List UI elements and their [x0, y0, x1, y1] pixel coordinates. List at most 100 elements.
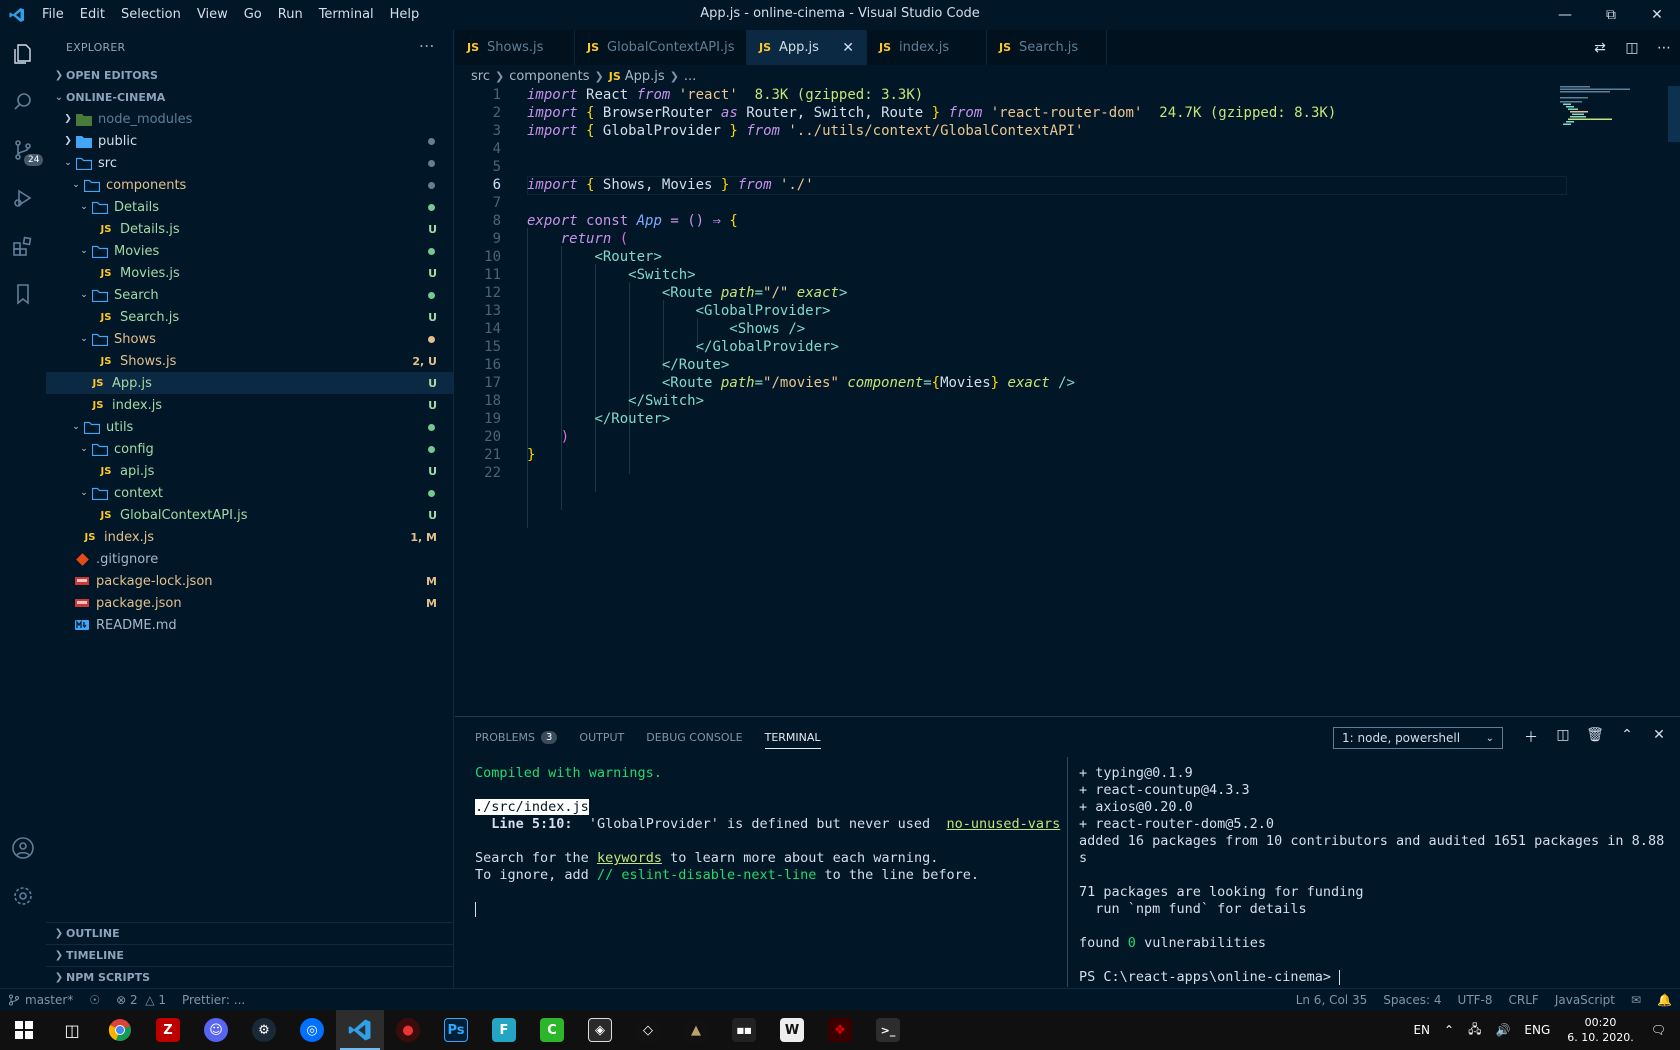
tab-debug-console[interactable]: DEBUG CONSOLE	[646, 717, 742, 757]
figma-like-icon[interactable]: F	[480, 1010, 528, 1050]
open-changes-icon[interactable]: ⇄	[1584, 40, 1616, 56]
split-editor-icon[interactable]: ◫	[1616, 40, 1648, 56]
menu-edit[interactable]: Edit	[72, 0, 113, 30]
start-button[interactable]	[0, 1010, 48, 1050]
close-tab-icon[interactable]: ✕	[842, 40, 854, 56]
vscode-taskbar-icon[interactable]	[336, 1010, 384, 1050]
search-icon[interactable]	[0, 78, 46, 126]
terminal-select[interactable]: 1: node, powershell ⌄	[1333, 727, 1503, 749]
split-terminal-icon[interactable]: ◫	[1547, 727, 1579, 747]
tab-shows-js[interactable]: JS Shows.js	[455, 30, 575, 65]
tree-item-details[interactable]: ⌄ Details	[46, 196, 453, 218]
explorer-icon[interactable]	[0, 30, 46, 78]
chrome-icon[interactable]	[96, 1010, 144, 1050]
volume-icon[interactable]: 🔊	[1488, 1023, 1517, 1037]
feedback-icon[interactable]: ✉	[1623, 993, 1649, 1007]
prettier-status[interactable]: Prettier: ...	[174, 993, 253, 1007]
tree-item-shows-js[interactable]: JS Shows.js 2, U	[46, 350, 453, 372]
tree-item-app-js[interactable]: JS App.js U	[46, 372, 453, 394]
tab-app-js[interactable]: JS App.js ✕	[747, 30, 867, 65]
terminal-right[interactable]: + typing@0.1.9 + react-countup@4.3.3 + a…	[1079, 765, 1679, 985]
steam-icon[interactable]: ⚙	[240, 1010, 288, 1050]
photoshop-icon[interactable]: Ps	[432, 1010, 480, 1050]
language-mode[interactable]: JavaScript	[1547, 993, 1623, 1007]
run-debug-icon[interactable]	[0, 174, 46, 222]
outline-section[interactable]: ❯ OUTLINE	[46, 922, 454, 944]
terminal-split-divider[interactable]	[1067, 757, 1068, 987]
source-control-icon[interactable]: 24	[0, 126, 46, 174]
breadcrumb-item[interactable]: src	[471, 69, 490, 84]
tab-search-js[interactable]: JS Search.js	[987, 30, 1107, 65]
breadcrumb-item[interactable]: components	[509, 69, 589, 84]
witcher-icon[interactable]: W	[768, 1010, 816, 1050]
menu-selection[interactable]: Selection	[113, 0, 189, 30]
tree-item-gitignore[interactable]: .gitignore	[46, 548, 453, 570]
trash-icon[interactable]: 🗑	[1579, 727, 1611, 747]
tab-problems[interactable]: PROBLEMS 3	[475, 717, 558, 757]
tree-item-shows[interactable]: ⌄ Shows	[46, 328, 453, 350]
git-branch[interactable]: master*	[0, 993, 81, 1007]
tree-item-components[interactable]: ⌄ components	[46, 174, 453, 196]
tree-item-search-js[interactable]: JS Search.js U	[46, 306, 453, 328]
end-of-line[interactable]: CRLF	[1501, 993, 1547, 1007]
tree-item-index-js[interactable]: JS index.js U	[46, 394, 453, 416]
account-icon[interactable]	[0, 824, 46, 872]
timeline-section[interactable]: ❯ TIMELINE	[46, 944, 454, 966]
menu-help[interactable]: Help	[382, 0, 428, 30]
network-icon[interactable]: 🖧	[1461, 1020, 1488, 1041]
keyboard-layout[interactable]: ENG	[1517, 1023, 1557, 1037]
tree-item-root-index-js[interactable]: JS index.js 1, M	[46, 526, 453, 548]
tab-output[interactable]: OUTPUT	[579, 717, 624, 757]
new-terminal-icon[interactable]: ＋	[1515, 727, 1547, 747]
cursor-position[interactable]: Ln 6, Col 35	[1288, 993, 1376, 1007]
terminal-left[interactable]: Compiled with warnings. ./src/index.js L…	[475, 765, 1060, 985]
project-section[interactable]: ⌄ ONLINE-CINEMA	[46, 86, 453, 108]
mortal-kombat-icon[interactable]: ❖	[816, 1010, 864, 1050]
task-view-icon[interactable]: ◫	[48, 1010, 96, 1050]
settings-gear-icon[interactable]	[0, 872, 46, 920]
more-actions-icon[interactable]: ⋯	[1648, 40, 1680, 56]
discord-icon[interactable]: ☺	[192, 1010, 240, 1050]
assassins-creed-icon[interactable]: ▲	[672, 1010, 720, 1050]
terminal-taskbar-icon[interactable]: >_	[864, 1010, 912, 1050]
tree-item-search[interactable]: ⌄ Search	[46, 284, 453, 306]
more-actions-icon[interactable]: ⋯	[419, 36, 435, 55]
encoding[interactable]: UTF-8	[1450, 993, 1501, 1007]
code-editor[interactable]: 1 import React from 'react' 8.3K (gzipped…	[455, 86, 1680, 716]
rockstar-launcher-icon[interactable]: ●	[384, 1010, 432, 1050]
tree-item-public[interactable]: ❯ public	[46, 130, 453, 152]
bookmark-icon[interactable]	[0, 270, 46, 318]
indentation[interactable]: Spaces: 4	[1375, 993, 1449, 1007]
tree-item-node-modules[interactable]: ❯ node_modules	[46, 108, 453, 130]
menu-view[interactable]: View	[189, 0, 236, 30]
camtasia-icon[interactable]: C	[528, 1010, 576, 1050]
tree-item-package-lock-json[interactable]: package-lock.json M	[46, 570, 453, 592]
menu-go[interactable]: Go	[236, 0, 270, 30]
unity-icon[interactable]: ◈	[576, 1010, 624, 1050]
close-panel-icon[interactable]: ✕	[1643, 727, 1675, 747]
minimap[interactable]	[1560, 86, 1640, 126]
tree-item-api-js[interactable]: JS api.js U	[46, 460, 453, 482]
tree-item-package-json[interactable]: package.json M	[46, 592, 453, 614]
tree-item-context[interactable]: ⌄ context	[46, 482, 453, 504]
tree-item-details-js[interactable]: JS Details.js U	[46, 218, 453, 240]
clock[interactable]: 00:20 6. 10. 2020.	[1557, 1015, 1643, 1045]
minimize-button[interactable]: —	[1542, 0, 1588, 30]
tree-item-movies-js[interactable]: JS Movies.js U	[46, 262, 453, 284]
unity-hub-icon[interactable]: ◇	[624, 1010, 672, 1050]
breadcrumb-item[interactable]: ...	[684, 69, 696, 84]
chevron-up-icon[interactable]: ⌃	[1437, 1023, 1461, 1037]
uplay-icon[interactable]: ◎	[288, 1010, 336, 1050]
open-editors-section[interactable]: ❯ OPEN EDITORS	[46, 64, 453, 86]
npm-scripts-section[interactable]: ❯ NPM SCRIPTS	[46, 966, 454, 988]
tab-terminal[interactable]: TERMINAL	[764, 717, 821, 757]
maximize-panel-icon[interactable]: ⌃	[1611, 727, 1643, 747]
problems-summary[interactable]: ⊗ 2 △ 1	[108, 993, 174, 1007]
filezilla-icon[interactable]: Z	[144, 1010, 192, 1050]
extensions-icon[interactable]	[0, 222, 46, 270]
close-window-button[interactable]: ✕	[1634, 0, 1680, 30]
tree-item-globalcontextapi-js[interactable]: JS GlobalContextAPI.js U	[46, 504, 453, 526]
tree-item-src[interactable]: ⌄ src	[46, 152, 453, 174]
input-language[interactable]: EN	[1406, 1023, 1437, 1037]
editor-scrollbar[interactable]	[1668, 86, 1680, 142]
